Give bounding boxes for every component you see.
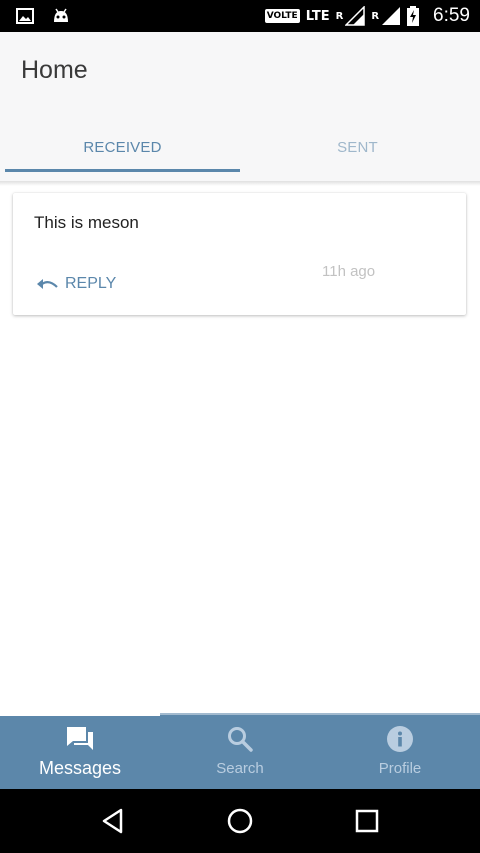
status-bar-left: [16, 7, 70, 25]
tab-sent-label: SENT: [337, 138, 378, 156]
reply-icon: [36, 277, 58, 291]
status-bar-right: VOLTE LTE R R 6:59: [264, 5, 470, 27]
tab-bar: RECEIVED SENT: [5, 122, 475, 172]
tab-received[interactable]: RECEIVED: [5, 122, 240, 172]
roaming-indicator-2: R: [371, 11, 380, 22]
chat-icon: [66, 726, 94, 752]
signal-icon-2: [381, 6, 401, 26]
message-card[interactable]: This is meson REPLY 11h ago: [13, 193, 466, 315]
tab-received-label: RECEIVED: [83, 138, 162, 156]
back-icon[interactable]: [93, 801, 133, 841]
nav-search-label: Search: [216, 760, 264, 777]
gallery-icon: [16, 8, 34, 24]
nav-messages[interactable]: Messages: [0, 713, 160, 789]
nav-profile-label: Profile: [378, 760, 422, 777]
system-navigation-bar: [0, 789, 480, 853]
header-shadow: [0, 182, 480, 186]
search-icon: [227, 726, 253, 752]
signal-icon: [345, 6, 366, 26]
screen: VOLTE LTE R R 6:59 Home RECEIVED SENT Th…: [0, 0, 480, 853]
nav-search[interactable]: Search: [160, 713, 320, 789]
message-text: This is meson: [34, 213, 139, 232]
tab-sent[interactable]: SENT: [240, 122, 475, 172]
app-header: Home RECEIVED SENT: [0, 32, 480, 182]
bottom-nav-divider: [160, 713, 480, 715]
status-time: 6:59: [433, 5, 470, 26]
roaming-indicator-1: R: [335, 11, 344, 22]
battery-charging-icon: [407, 6, 420, 26]
home-icon[interactable]: [220, 801, 260, 841]
message-timestamp: 11h ago: [322, 263, 376, 280]
page-title: Home: [21, 56, 88, 84]
nav-profile[interactable]: Profile: [320, 713, 480, 789]
reply-label: REPLY: [65, 275, 117, 292]
info-icon: [387, 726, 413, 752]
reply-button[interactable]: REPLY: [36, 275, 116, 293]
bottom-navigation: Messages Search Profile: [0, 713, 480, 789]
nav-messages-label: Messages: [38, 758, 122, 778]
android-icon: [52, 7, 70, 25]
lte-label: LTE: [305, 8, 330, 24]
volte-badge: VOLTE: [264, 9, 300, 23]
recent-apps-icon[interactable]: [347, 801, 387, 841]
status-bar: VOLTE LTE R R 6:59: [0, 0, 480, 32]
